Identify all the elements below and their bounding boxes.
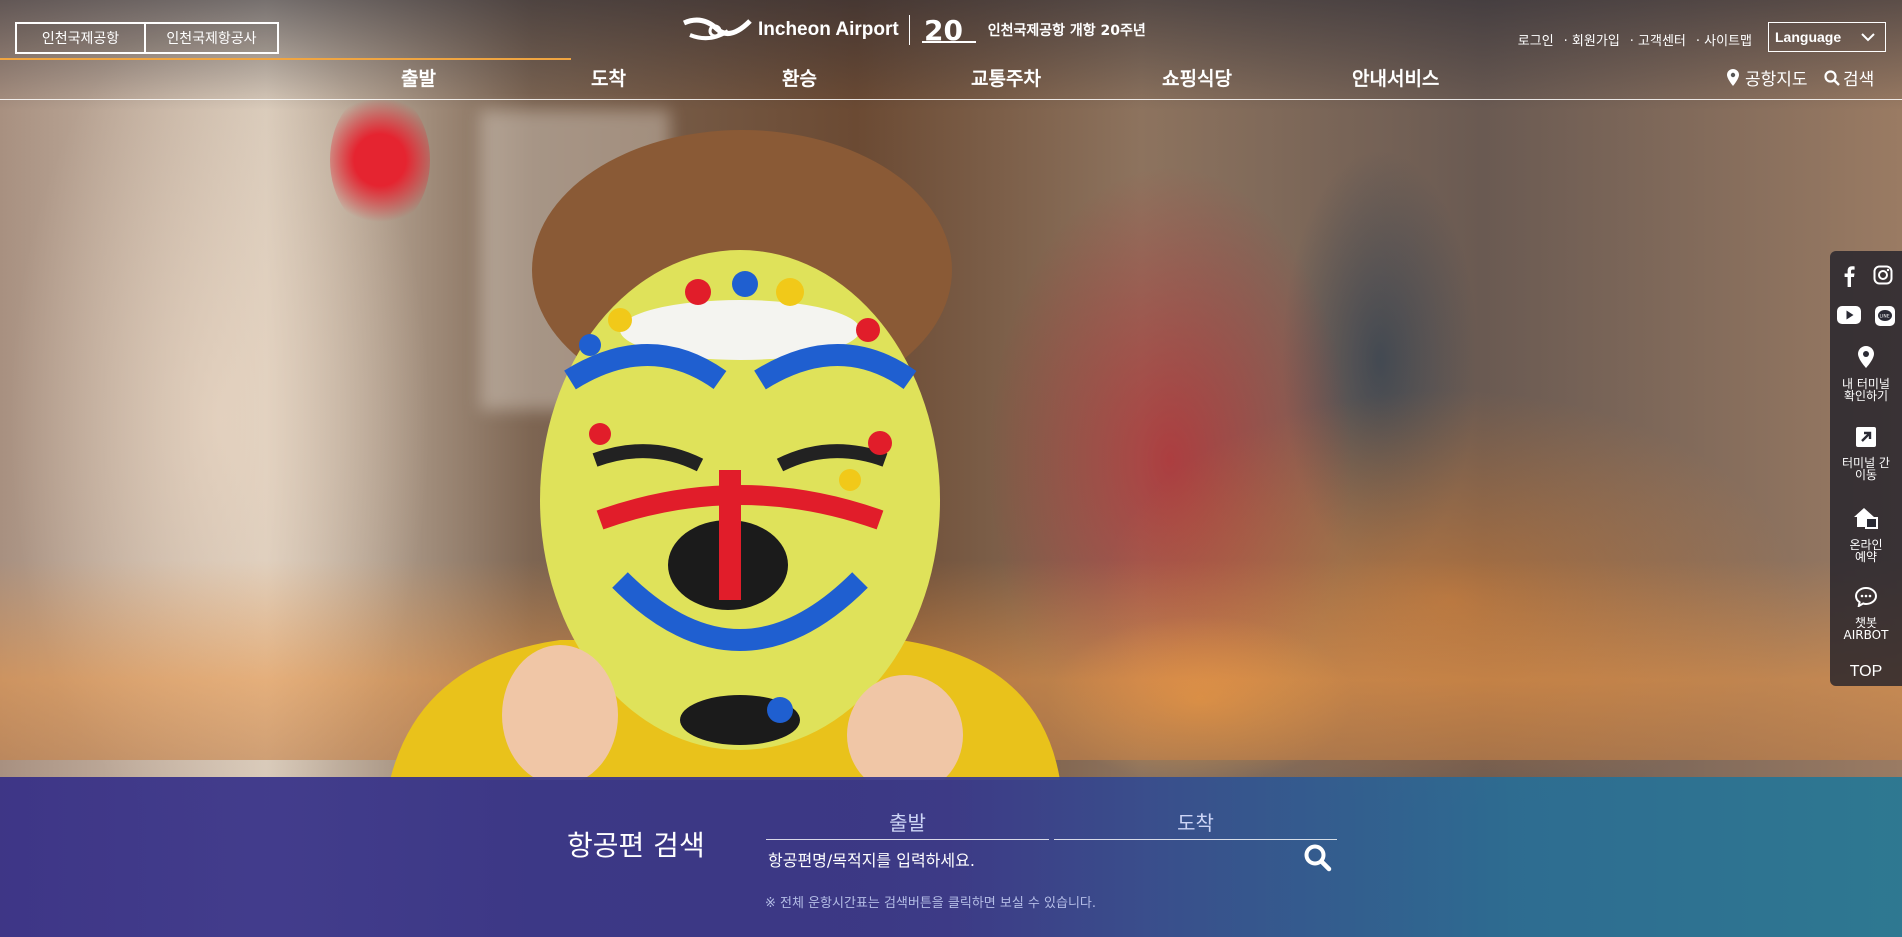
- site-search-link[interactable]: 검색: [1824, 65, 1874, 90]
- nav-info-service[interactable]: 안내서비스: [1352, 64, 1439, 91]
- anniversary-text: 인천국제공항 개항 20주년: [987, 23, 1146, 39]
- quick-menu: LINE 내 터미널 확인하기 터미널 간 이동 온라인 예약 챗봇 AIRBOT TO…: [1830, 251, 1902, 686]
- social-row-1: [1830, 265, 1902, 287]
- airport-map-label: 공항지도: [1745, 70, 1808, 90]
- search-label: 검색: [1843, 70, 1875, 90]
- airport-map-link[interactable]: 공항지도: [1727, 65, 1808, 90]
- quick-chatbot[interactable]: 챗봇 AIRBOT: [1830, 586, 1902, 642]
- search-icon: [1824, 69, 1840, 86]
- nav-shopping-dining[interactable]: 쇼핑식당: [1162, 64, 1232, 91]
- nav-departure[interactable]: 출발: [401, 64, 436, 91]
- logo-text: Incheon Airport: [758, 19, 899, 40]
- 20th-anniversary-icon: 20: [921, 14, 976, 46]
- site-logo[interactable]: Incheon Airport 20 인천국제공항 개항 20주년: [682, 14, 1146, 46]
- airport-logo-icon: [682, 17, 752, 41]
- instagram-icon[interactable]: [1873, 265, 1893, 285]
- social-row-2: LINE: [1830, 306, 1902, 326]
- svg-text:LINE: LINE: [1880, 314, 1890, 320]
- chat-bubble-icon: [1854, 586, 1878, 608]
- hero-boy-mask-image: [390, 130, 1060, 780]
- customer-center-link[interactable]: · 고객센터: [1630, 30, 1686, 49]
- line-icon[interactable]: LINE: [1875, 306, 1895, 326]
- tab-arrival[interactable]: 도착: [1054, 807, 1337, 840]
- nav-arrival[interactable]: 도착: [591, 64, 626, 91]
- quick-online-reserve-label: 온라인 예약: [1849, 538, 1883, 564]
- external-arrow-icon: [1856, 427, 1876, 447]
- search-icon[interactable]: [1303, 843, 1333, 873]
- home-reserve-icon: [1854, 508, 1878, 529]
- anniversary-badge: 20 인천국제공항 개항 20주년: [920, 14, 1146, 46]
- tab-incheon-corp[interactable]: 인천국제항공사: [146, 22, 279, 54]
- accent-line: [0, 58, 571, 60]
- login-link[interactable]: 로그인: [1518, 30, 1554, 49]
- sitemap-link[interactable]: · 사이트맵: [1696, 30, 1752, 49]
- quick-terminal-check-label: 내 터미널 확인하기: [1842, 377, 1890, 403]
- main-nav: 출발 도착 환승 교통주차 쇼핑식당 안내서비스: [0, 64, 1902, 100]
- nav-transfer[interactable]: 환승: [782, 64, 817, 91]
- flight-search-note: ※ 전체 운항시간표는 검색버튼을 클릭하면 보실 수 있습니다.: [765, 896, 1096, 911]
- quick-terminal-check[interactable]: 내 터미널 확인하기: [1830, 346, 1902, 402]
- chevron-down-icon: [1861, 32, 1875, 41]
- flight-search-input[interactable]: [768, 842, 1308, 878]
- nav-transport-parking[interactable]: 교통주차: [971, 64, 1041, 91]
- nav-underline: [0, 99, 1902, 100]
- logo-divider: [908, 15, 910, 45]
- language-select[interactable]: Language: [1768, 22, 1886, 52]
- tab-departure[interactable]: 출발: [766, 807, 1049, 840]
- youtube-icon[interactable]: [1837, 306, 1861, 324]
- flight-search-panel: 항공편 검색 출발 도착 ※ 전체 운항시간표는 검색버튼을 클릭하면 보실 수…: [0, 777, 1902, 937]
- corp-tabs: 인천국제공항 인천국제항공사: [15, 22, 279, 54]
- signup-link[interactable]: · 회원가입: [1564, 30, 1620, 49]
- quick-terminal-move-label: 터미널 간 이동: [1842, 456, 1890, 482]
- flight-search-title: 항공편 검색: [567, 829, 705, 862]
- quick-online-reserve[interactable]: 온라인 예약: [1830, 507, 1902, 563]
- location-pin-icon: [1858, 346, 1874, 368]
- facebook-icon[interactable]: [1839, 265, 1859, 287]
- tab-incheon-airport[interactable]: 인천국제공항: [15, 22, 146, 54]
- quick-terminal-move[interactable]: 터미널 간 이동: [1830, 427, 1902, 481]
- quick-chatbot-label: 챗봇 AIRBOT: [1843, 616, 1889, 642]
- language-label: Language: [1775, 29, 1842, 45]
- site-header: 인천국제공항 인천국제항공사 Incheon Airport 20 인천국제공항…: [0, 0, 1902, 101]
- map-pin-icon: [1727, 69, 1739, 86]
- scroll-top-button[interactable]: TOP: [1830, 663, 1902, 681]
- utility-links: 로그인 · 회원가입 · 고객센터 · 사이트맵: [1518, 30, 1752, 49]
